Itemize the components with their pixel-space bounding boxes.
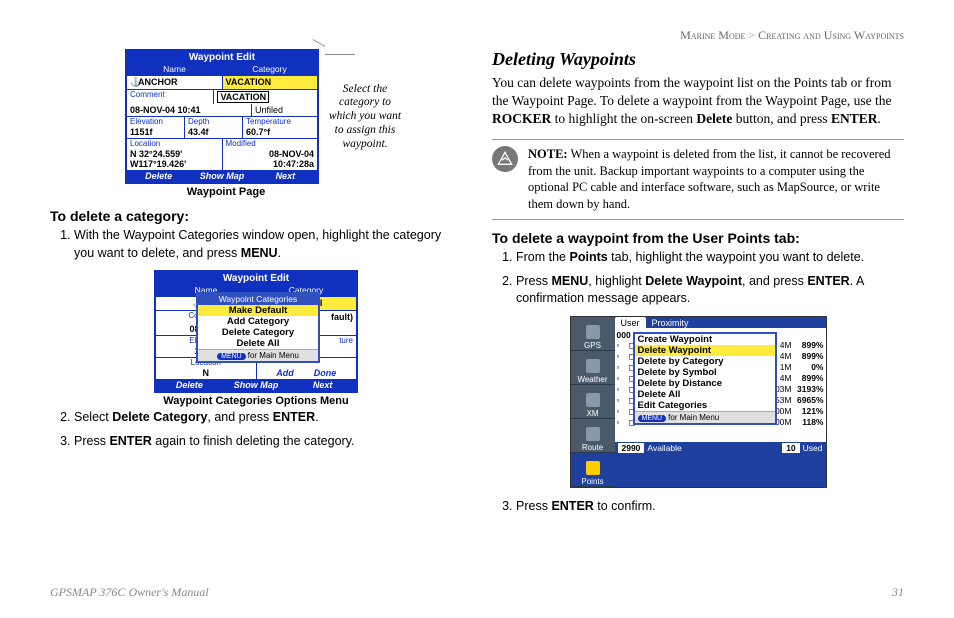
label-temp: Temperature	[243, 117, 317, 126]
note-icon	[492, 146, 518, 172]
heading-deleting-waypoints: Deleting Waypoints	[492, 49, 904, 70]
sidetab-xm[interactable]: XM	[571, 385, 615, 419]
loc-value: N 32°24.559'W117°19.426'	[127, 148, 223, 170]
footer-manual: GPSMAP 376C Owner's Manual	[50, 585, 209, 600]
sidetab-icon	[586, 393, 600, 407]
callout-line	[325, 54, 355, 55]
loc2: N	[156, 367, 257, 379]
btn-next[interactable]: Next	[254, 170, 317, 182]
intro-paragraph: You can delete waypoints from the waypoi…	[492, 74, 904, 129]
popup-hint: MENUfor Main Menu	[198, 349, 318, 361]
menu-item-delete-by-symbol[interactable]: Delete by Symbol	[635, 367, 775, 378]
step-2: Select Delete Category, and press ENTER.	[74, 409, 462, 427]
callout-text: Select the category to which you want to…	[325, 83, 405, 152]
r-step-2: Press MENU, highlight Delete Waypoint, a…	[516, 273, 904, 308]
breadcrumb-sep: >	[748, 28, 755, 42]
category-unfiled: Unfiled	[252, 104, 317, 116]
menu-item-delete-all[interactable]: Delete All	[635, 389, 775, 400]
note-box: NOTE: When a waypoint is deleted from th…	[492, 139, 904, 221]
step-1: With the Waypoint Categories window open…	[74, 227, 462, 262]
r-step-1: From the Points tab, highlight the waypo…	[516, 249, 904, 267]
depth-value: 43.4f	[185, 126, 243, 138]
footer-page: 31	[892, 585, 904, 600]
note-text: NOTE: When a waypoint is deleted from th…	[528, 146, 904, 214]
hdr-category: Category	[222, 64, 317, 75]
sidetab-gps[interactable]: GPS	[571, 317, 615, 351]
btn-next2[interactable]: Next	[289, 379, 356, 391]
label-depth: Depth	[185, 117, 243, 126]
status-bar: 2990 Available 10 Used	[615, 442, 826, 454]
sidetab-weather[interactable]: Weather	[571, 351, 615, 385]
menu-hint: MENUfor Main Menu	[635, 411, 775, 423]
waypoint-categories-figure: Waypoint Edit NameCategory ⚓ANC VACATI C…	[154, 270, 358, 393]
menu-item-delete-by-category[interactable]: Delete by Category	[635, 356, 775, 367]
step-3: Press ENTER again to finish deleting the…	[74, 433, 462, 451]
temp-value: 60.7°f	[243, 126, 317, 138]
sidetab-icon	[586, 427, 600, 441]
device2-title: Waypoint Edit	[156, 272, 356, 285]
stat-avail-n: 2990	[618, 443, 645, 453]
btn-showmap2[interactable]: Show Map	[223, 379, 290, 391]
tab-user[interactable]: User	[615, 317, 646, 328]
stat-used-n: 10	[782, 443, 799, 453]
popup-item-delete-category[interactable]: Delete Category	[198, 327, 318, 338]
sidetab-icon	[586, 325, 600, 339]
heading-delete-category: To delete a category:	[50, 208, 462, 224]
fig1-caption: Waypoint Page	[0, 186, 462, 198]
label-loc: Location	[127, 139, 223, 148]
category-value-hl: VACATION	[223, 76, 318, 89]
r-step-3: Press ENTER to confirm.	[516, 498, 904, 516]
sidetab-icon	[586, 461, 600, 475]
category-value2: VACATION	[217, 91, 269, 103]
breadcrumb-section: Marine Mode	[680, 28, 745, 42]
menu-item-create-waypoint[interactable]: Create Waypoint	[635, 334, 775, 345]
inner-done[interactable]: Done	[314, 368, 337, 378]
btn-showmap[interactable]: Show Map	[190, 170, 253, 182]
fig2-caption: Waypoint Categories Options Menu	[50, 395, 462, 407]
label-elev: Elevation	[127, 117, 185, 126]
points-tab-figure: GPSWeatherXMRoutePoints User Proximity 0…	[570, 316, 827, 488]
popup-title: Waypoint Categories	[198, 294, 318, 305]
stat-used: Used	[803, 443, 823, 453]
menu-item-delete-waypoint[interactable]: Delete Waypoint	[635, 345, 775, 356]
sidetab-route[interactable]: Route	[571, 419, 615, 453]
label-comment: Comment	[127, 90, 214, 104]
sidetab-points[interactable]: Points	[571, 453, 615, 487]
elev-value: 1151f	[127, 126, 185, 138]
points-context-menu: Create WaypointDelete WaypointDelete by …	[633, 332, 777, 425]
anchor-icon: ⚓	[130, 77, 138, 88]
tab-proximity[interactable]: Proximity	[646, 317, 695, 328]
mod-value: 08-NOV-0410:47:28a	[223, 148, 318, 170]
popup-item-make-default[interactable]: Make Default	[198, 305, 318, 316]
popup-item-add-category[interactable]: Add Category	[198, 316, 318, 327]
menu-item-delete-by-distance[interactable]: Delete by Distance	[635, 378, 775, 389]
label-mod: Modified	[223, 139, 318, 148]
name-value: ANCHOR	[138, 77, 178, 87]
menu-pill-icon: MENU	[217, 353, 246, 360]
heading-delete-waypoint: To delete a waypoint from the User Point…	[492, 230, 904, 246]
menu-pill-icon2: MENU	[638, 415, 667, 422]
btn-delete2[interactable]: Delete	[156, 379, 223, 391]
breadcrumb: Marine Mode > Creating and Using Waypoin…	[50, 28, 904, 43]
menu-item-edit-categories[interactable]: Edit Categories	[635, 400, 775, 411]
waypoint-page-figure: Waypoint Edit Name Category ⚓ANCHOR VACA…	[125, 49, 319, 184]
breadcrumb-sub: Creating and Using Waypoints	[758, 28, 904, 42]
stat-avail: Available	[647, 443, 782, 453]
device-title: Waypoint Edit	[127, 51, 317, 64]
btn-delete[interactable]: Delete	[127, 170, 190, 182]
sidetab-icon	[586, 359, 600, 373]
hdr-name: Name	[127, 64, 222, 75]
inner-add[interactable]: Add	[276, 368, 294, 378]
popup-item-delete-all[interactable]: Delete All	[198, 338, 318, 349]
comment-value: 08-NOV-04 10:41	[127, 104, 252, 116]
categories-popup: Waypoint Categories Make Default Add Cat…	[196, 292, 320, 363]
